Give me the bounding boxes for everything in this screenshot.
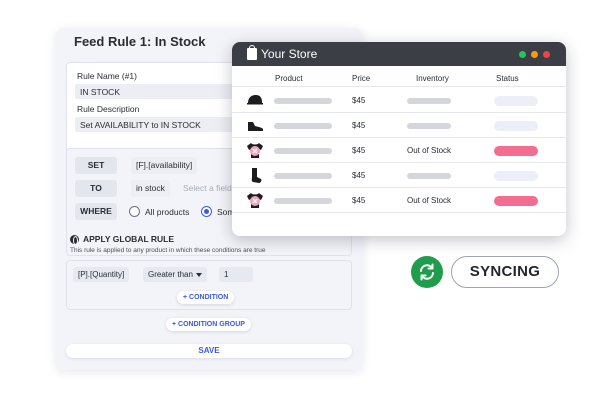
inventory-cell: Out of Stock xyxy=(407,196,452,205)
global-rule-subtitle: This rule is applied to any product in w… xyxy=(70,247,266,254)
sock-icon xyxy=(251,168,262,183)
table-row[interactable]: $45 xyxy=(232,113,566,138)
col-header-product: Product xyxy=(275,74,303,83)
col-header-status: Status xyxy=(496,74,519,83)
status-pill-error xyxy=(494,196,538,206)
condition-operator-label: Greater than xyxy=(148,270,193,279)
price-cell: $45 xyxy=(352,146,366,155)
save-button[interactable]: SAVE xyxy=(66,344,352,358)
store-window: Your Store Product Price Inventory Statu… xyxy=(232,42,566,236)
condition-box: [P].[Quantity] Greater than 1 + CONDITIO… xyxy=(66,260,352,310)
inventory-placeholder xyxy=(407,98,451,104)
inventory-placeholder xyxy=(407,123,451,129)
table-row[interactable]: $45 Out of Stock xyxy=(232,138,566,163)
price-cell: $45 xyxy=(352,171,366,180)
where-keyword: WHERE xyxy=(75,203,117,220)
to-value-field[interactable]: in stock xyxy=(131,180,170,197)
radio-some-products[interactable] xyxy=(201,206,212,217)
condition-value-input[interactable]: 1 xyxy=(219,267,253,282)
table-row[interactable]: $45 xyxy=(232,163,566,188)
add-condition-button[interactable]: + CONDITION xyxy=(177,291,235,304)
globe-icon xyxy=(70,234,79,245)
rule-title: Feed Rule 1: In Stock xyxy=(74,34,206,49)
col-header-price: Price xyxy=(352,74,371,83)
where-option-all[interactable]: All products xyxy=(129,206,189,217)
window-yellow-dot[interactable] xyxy=(531,51,538,58)
rule-description-label: Rule Description xyxy=(77,104,140,114)
status-pill-error xyxy=(494,146,538,156)
status-pill xyxy=(494,171,538,181)
global-rule-title: APPLY GLOBAL RULE xyxy=(83,234,174,244)
caret-down-icon xyxy=(195,272,202,277)
where-option-some[interactable]: Som xyxy=(201,206,234,217)
price-cell: $45 xyxy=(352,121,366,130)
product-name-placeholder xyxy=(274,173,332,179)
price-cell: $45 xyxy=(352,96,366,105)
shopping-bag-icon xyxy=(247,45,257,60)
inventory-placeholder xyxy=(407,173,451,179)
condition-operator-select[interactable]: Greater than xyxy=(143,267,207,282)
status-pill xyxy=(494,121,538,131)
store-title: Your Store xyxy=(261,47,318,61)
add-condition-group-button[interactable]: + CONDITION GROUP xyxy=(166,318,251,331)
rule-description-field[interactable]: Set AVAILABILITY to IN STOCK xyxy=(75,117,235,132)
set-keyword: SET xyxy=(75,157,117,174)
col-header-inventory: Inventory xyxy=(416,74,449,83)
table-row[interactable]: $45 Out of Stock xyxy=(232,188,566,213)
where-option-all-label: All products xyxy=(145,206,190,217)
shirt-out-of-stock-icon xyxy=(247,143,263,158)
product-name-placeholder xyxy=(274,98,332,104)
inventory-cell: Out of Stock xyxy=(407,146,452,155)
product-name-placeholder xyxy=(274,148,332,154)
radio-all-products[interactable] xyxy=(129,206,140,217)
window-green-dot[interactable] xyxy=(519,51,526,58)
shirt-out-of-stock-icon xyxy=(247,193,263,208)
refresh-icon xyxy=(420,263,434,281)
rule-name-field[interactable]: IN STOCK xyxy=(75,84,235,99)
product-name-placeholder xyxy=(274,198,332,204)
window-red-dot[interactable] xyxy=(543,51,550,58)
set-field-select[interactable]: [F].[availability] xyxy=(131,157,198,174)
table-row[interactable]: $45 xyxy=(232,88,566,113)
price-cell: $45 xyxy=(352,196,366,205)
global-rule-heading: APPLY GLOBAL RULE xyxy=(70,234,174,245)
product-name-placeholder xyxy=(274,123,332,129)
sync-indicator[interactable] xyxy=(411,256,443,288)
shoe-icon xyxy=(248,122,263,131)
to-keyword: TO xyxy=(75,180,117,197)
status-pill xyxy=(494,96,538,106)
header-divider xyxy=(232,86,566,87)
rule-name-label: Rule Name (#1) xyxy=(77,71,137,81)
syncing-status-label: SYNCING xyxy=(451,256,559,288)
condition-field-select[interactable]: [P].[Quantity] xyxy=(73,267,130,282)
store-titlebar: Your Store xyxy=(232,42,566,66)
cap-icon xyxy=(247,95,263,105)
